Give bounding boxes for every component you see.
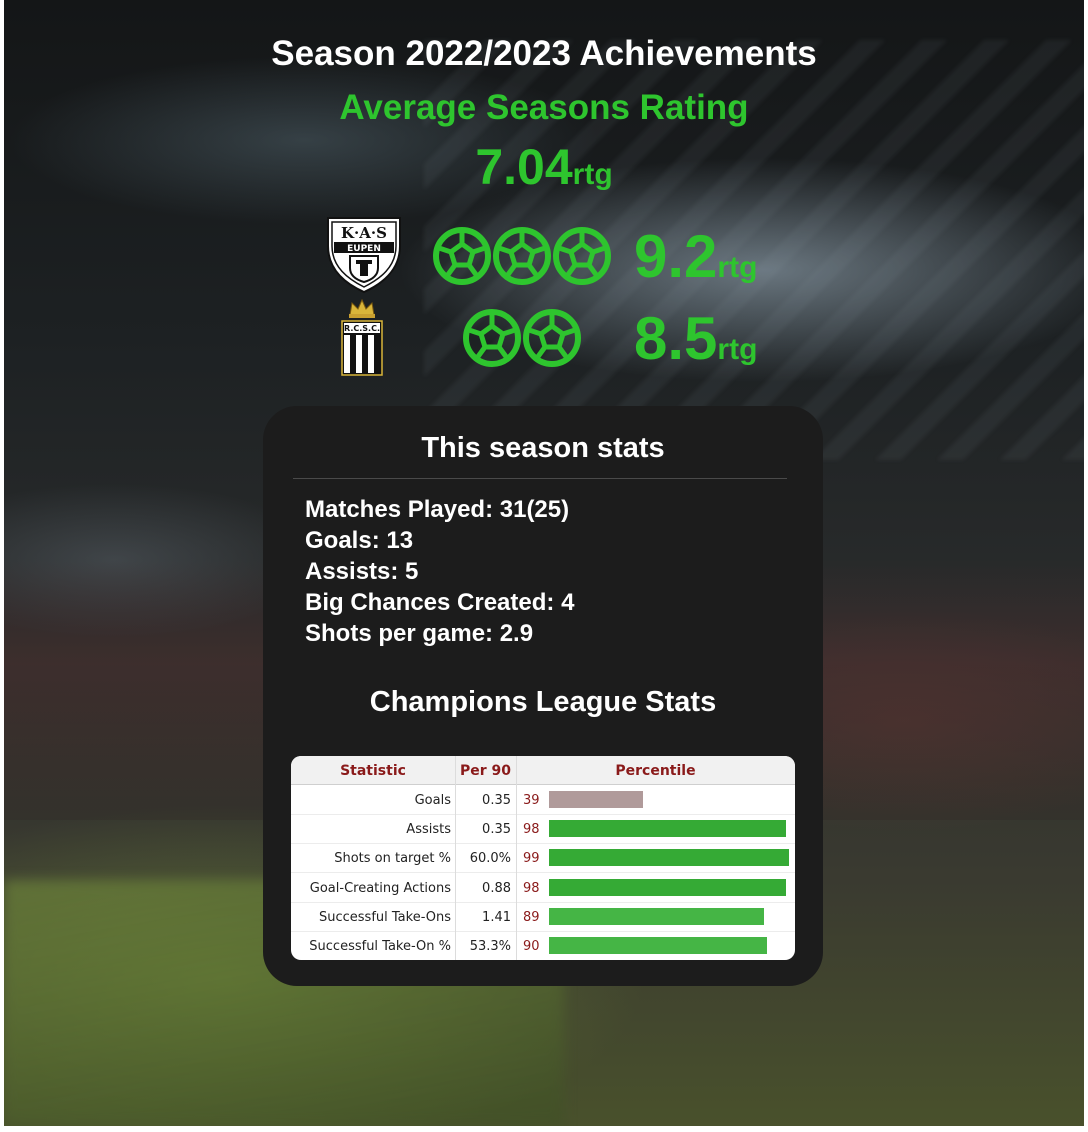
card-divider	[293, 478, 787, 479]
table-row: Goal-Creating Actions 0.88 98	[291, 874, 795, 903]
club-1-balls	[432, 226, 612, 286]
rcsc-logo-text: R.C.S.C.	[344, 324, 380, 333]
football-icon	[553, 227, 611, 285]
row-per90: 60.0%	[469, 851, 511, 867]
average-rating-label: Average Seasons Rating	[339, 88, 749, 127]
row-percentile: 98	[523, 822, 540, 838]
club-1-rating: 9.2rtg	[634, 222, 757, 291]
percentile-bar	[549, 791, 644, 808]
club-2-rating-value: 8.5	[634, 305, 718, 372]
club-2-rating-unit: rtg	[717, 333, 758, 366]
football-icon	[433, 227, 491, 285]
average-rating-value: 7.04	[475, 139, 573, 195]
average-rating: 7.04rtg	[0, 138, 1088, 196]
row-percentile: 99	[523, 851, 540, 867]
football-icon	[523, 309, 581, 367]
column-separator	[455, 756, 456, 960]
row-percentile: 39	[523, 793, 540, 808]
club-2-rating: 8.5rtg	[634, 304, 757, 373]
row-statistic: Successful Take-Ons	[318, 909, 451, 925]
row-percentile: 90	[523, 939, 540, 954]
header-per90: Per 90	[459, 763, 512, 779]
row-per90: 1.41	[482, 909, 511, 925]
table-row: Assists 0.35 98	[291, 815, 795, 845]
row-statistic: Goals	[414, 793, 451, 808]
percentile-bar	[549, 820, 787, 838]
row-statistic: Successful Take-On %	[309, 939, 451, 954]
stat-goals: Goals: 13	[305, 527, 414, 554]
table-row: Goals 0.35 39	[291, 786, 795, 815]
stat-matches-played: Matches Played: 31(25)	[305, 496, 570, 523]
percentile-bar	[549, 849, 789, 867]
percentile-bar	[549, 937, 767, 954]
football-icon	[463, 309, 521, 367]
table-header: Statistic Per 90 Percentile	[291, 756, 795, 785]
table-row: Successful Take-On % 53.3% 90	[291, 932, 795, 960]
table-row: Shots on target % 60.0% 99	[291, 844, 795, 874]
header-percentile: Percentile	[615, 763, 696, 779]
header-statistic: Statistic	[340, 763, 406, 779]
season-stats-list: Matches Played: 31(25) Goals: 13 Assists…	[305, 494, 574, 649]
club-1-rating-value: 9.2	[634, 223, 718, 290]
row-percentile: 98	[523, 880, 540, 896]
row-per90: 0.35	[482, 822, 511, 838]
column-separator	[516, 756, 517, 960]
stat-shots-per-game: Shots per game: 2.9	[305, 620, 534, 647]
page-title: Season 2022/2023 Achievements	[271, 34, 817, 73]
club-2-balls	[462, 308, 582, 368]
row-statistic: Assists	[406, 822, 451, 838]
row-statistic: Goal-Creating Actions	[309, 880, 451, 896]
kas-logo-bottom: EUPEN	[347, 244, 381, 254]
stat-big-chances: Big Chances Created: 4	[305, 589, 575, 616]
champions-league-table: Statistic Per 90 Percentile Goals 0.35 39 A…	[291, 756, 795, 960]
champions-league-title: Champions League Stats	[369, 686, 717, 718]
kas-logo-top: K·A·S	[341, 224, 387, 242]
percentile-bar	[549, 907, 765, 925]
percentile-bar	[549, 878, 787, 896]
stat-assists: Assists: 5	[305, 558, 419, 585]
average-rating-unit: rtg	[572, 158, 613, 191]
row-per90: 0.35	[482, 793, 511, 808]
row-per90: 53.3%	[469, 939, 511, 954]
club-1-rating-unit: rtg	[717, 251, 758, 284]
row-percentile: 89	[523, 909, 540, 925]
season-stats-title: This season stats	[421, 432, 665, 464]
row-statistic: Shots on target %	[334, 851, 451, 867]
rcsc-crest: R.C.S.C.	[341, 298, 383, 376]
table-row: Successful Take-Ons 1.41 89	[291, 903, 795, 932]
football-icon	[493, 227, 551, 285]
row-per90: 0.88	[482, 880, 511, 896]
kas-eupen-crest: K·A·S EUPEN	[327, 217, 401, 294]
stats-card: This season stats Matches Played: 31(25)…	[263, 406, 823, 986]
